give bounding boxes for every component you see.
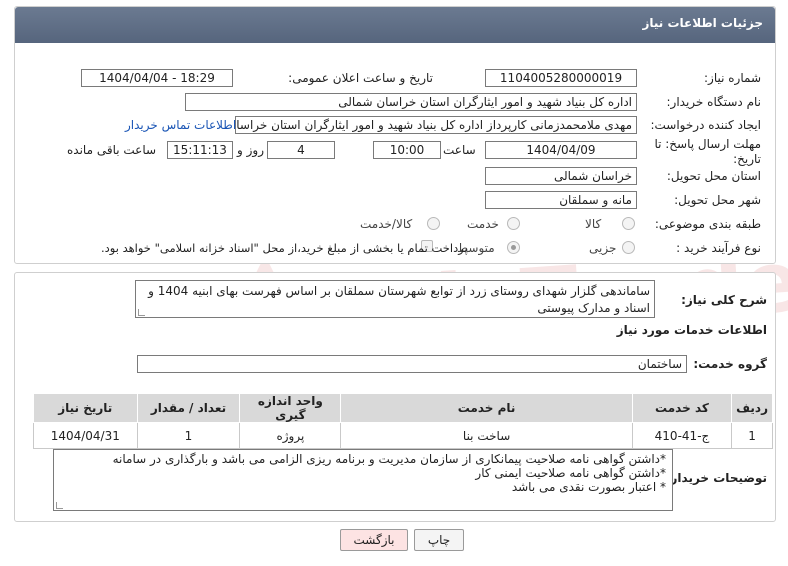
cell-service-code: ج-41-410: [631, 422, 733, 449]
process-label: نوع فرآیند خرید :: [676, 241, 761, 255]
buyer-notes-textarea[interactable]: *داشتن گواهی نامه صلاحیت پیمانکاری از سا…: [53, 449, 673, 511]
table-row: 1 ج-41-410 ساخت بنا پروژه 1 1404/04/31: [33, 422, 773, 449]
summary-label: شرح کلی نیاز:: [681, 293, 767, 307]
service-group-label: گروه خدمت:: [693, 357, 767, 371]
remaining-label: ساعت باقی مانده: [67, 143, 157, 157]
buyer-org-field: اداره کل بنیاد شهید و امور ایثارگران است…: [185, 93, 637, 111]
city-field: مانه و سملقان: [485, 191, 637, 209]
cell-unit: پروژه: [239, 422, 342, 449]
deadline-time-label: ساعت: [443, 143, 476, 157]
page-title: جزئیات اطلاعات نیاز: [642, 16, 763, 30]
panel-header: جزئیات اطلاعات نیاز: [15, 7, 775, 43]
notes-label: توضیحات خریدار:: [665, 471, 767, 485]
col-quantity: تعداد / مقدار: [136, 393, 241, 423]
cell-service-name: ساخت بنا: [340, 422, 633, 449]
buyer-org-label: نام دستگاه خریدار:: [666, 95, 762, 109]
creator-field: مهدی ملامحمدزمانی کارپرداز اداره کل بنیا…: [235, 116, 637, 134]
cell-need-date: 1404/04/31: [33, 422, 138, 449]
need-details-panel: جزئیات اطلاعات نیاز شماره نیاز: 11040052…: [14, 6, 776, 264]
city-label: شهر محل تحویل:: [674, 193, 761, 207]
process-medium-radio[interactable]: [507, 241, 520, 254]
announce-label: تاریخ و ساعت اعلان عمومی:: [288, 71, 433, 85]
remaining-time-field: 15:11:13: [167, 141, 233, 159]
payment-note: پرداخت تمام یا بخشی از مبلغ خرید،از محل …: [101, 241, 468, 255]
col-need-date: تاریخ نیاز: [33, 393, 138, 423]
province-label: استان محل تحویل:: [666, 169, 761, 183]
col-service-name: نام خدمت: [340, 393, 633, 423]
summary-textarea[interactable]: ساماندهی گلزار شهدای روستای زرد از توابع…: [135, 280, 655, 318]
need-number-label: شماره نیاز:: [704, 71, 761, 85]
col-service-code: کد خدمت: [631, 393, 733, 423]
deadline-label-line1: مهلت ارسال پاسخ: تا: [654, 137, 761, 151]
deadline-date-field: 1404/04/09: [485, 141, 637, 159]
service-group-field: ساختمان: [137, 355, 687, 373]
category-goods-service-label: کالا/خدمت: [360, 217, 413, 231]
summary-text: ساماندهی گلزار شهدای روستای زرد از توابع…: [148, 284, 650, 315]
deadline-time-field: 10:00: [373, 141, 441, 159]
deadline-label-line2: تاریخ:: [733, 152, 761, 166]
category-service-radio[interactable]: [507, 217, 520, 230]
resize-handle-icon[interactable]: [56, 502, 63, 509]
note-line: *داشتن گواهی نامه صلاحیت پیمانکاری از سا…: [112, 452, 666, 466]
services-panel: شرح کلی نیاز: ساماندهی گلزار شهدای روستا…: [14, 272, 776, 522]
note-line: * اعتبار بصورت نقدی می باشد: [511, 480, 666, 494]
category-service-label: خدمت: [467, 217, 499, 231]
cell-quantity: 1: [136, 422, 241, 449]
category-goods-service-radio[interactable]: [427, 217, 440, 230]
back-button[interactable]: بازگشت: [340, 529, 408, 551]
print-button[interactable]: چاپ: [414, 529, 464, 551]
col-unit: واحد اندازه گیری: [239, 393, 342, 423]
process-minor-label: جزیی: [589, 241, 617, 255]
note-line: *داشتن گواهی نامه صلاحیت ایمنی کار: [475, 466, 666, 480]
days-label: روز و: [237, 143, 264, 157]
province-field: خراسان شمالی: [485, 167, 637, 185]
services-table: ردیف کد خدمت نام خدمت واحد اندازه گیری ت…: [33, 393, 773, 449]
announce-datetime-field: 1404/04/04 - 18:29: [81, 69, 233, 87]
buyer-contact-link[interactable]: اطلاعات تماس خریدار: [125, 118, 236, 132]
creator-label: ایجاد کننده درخواست:: [650, 118, 761, 132]
category-label: طبقه بندی موضوعی:: [654, 217, 761, 231]
category-goods-radio[interactable]: [622, 217, 635, 230]
remaining-days-field: 4: [267, 141, 335, 159]
category-goods-label: کالا: [585, 217, 602, 231]
col-row-number: ردیف: [731, 393, 773, 423]
resize-handle-icon[interactable]: [138, 309, 145, 316]
table-header-row: ردیف کد خدمت نام خدمت واحد اندازه گیری ت…: [33, 393, 773, 423]
cell-row-number: 1: [731, 422, 773, 449]
services-title: اطلاعات خدمات مورد نیاز: [616, 323, 767, 337]
need-number-field: 1104005280000019: [485, 69, 637, 87]
process-minor-radio[interactable]: [622, 241, 635, 254]
